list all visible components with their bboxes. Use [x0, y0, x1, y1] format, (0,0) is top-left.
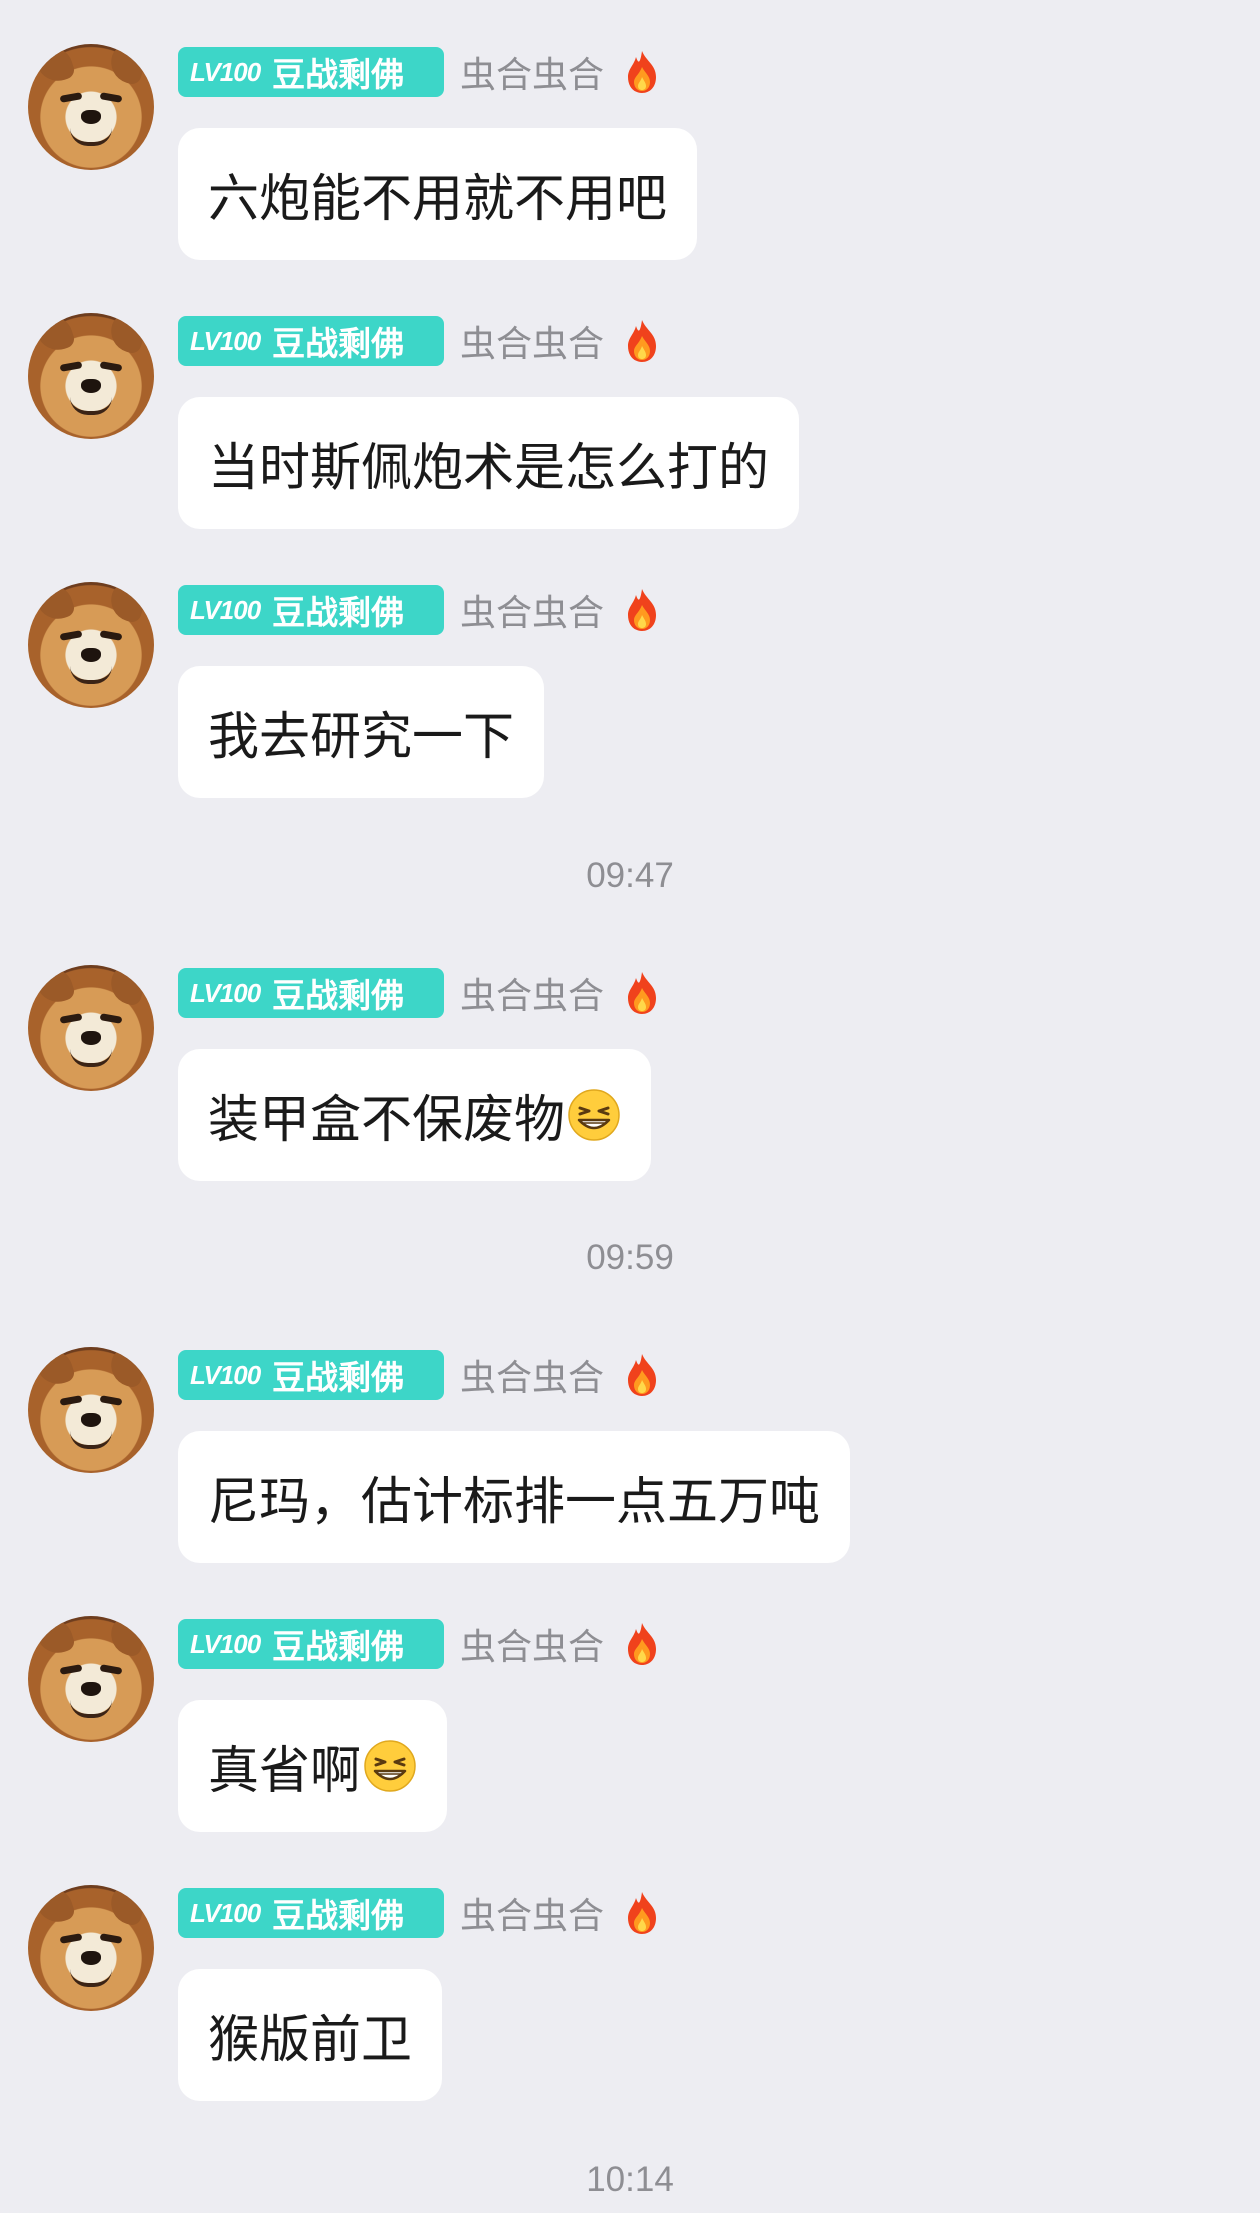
message-bubble[interactable]: 真省啊	[178, 1700, 448, 1832]
chat-message-list[interactable]: LV100 豆战剩佛 虫合虫合 六炮能不用就不用吧 LV100 豆战剩佛 虫合虫…	[0, 0, 1260, 2213]
level-label: LV100	[190, 1628, 261, 1659]
group-title: 豆战剩佛	[272, 324, 405, 363]
chat-message: LV100 豆战剩佛 虫合虫合 我去研究一下	[0, 582, 1260, 806]
sender-meta: LV100 豆战剩佛 虫合虫合	[178, 585, 662, 635]
level-label: LV100	[190, 56, 261, 87]
fire-icon	[628, 972, 657, 1014]
level-badge[interactable]: LV100 豆战剩佛	[178, 1350, 444, 1400]
level-badge[interactable]: LV100 豆战剩佛	[178, 968, 444, 1018]
sender-meta: LV100 豆战剩佛 虫合虫合	[178, 968, 662, 1018]
level-label: LV100	[190, 1359, 261, 1390]
avatar[interactable]	[28, 582, 154, 708]
message-text: 六炮能不用就不用吧	[208, 170, 668, 229]
message-bubble[interactable]: 装甲盒不保废物	[178, 1049, 652, 1181]
message-text: 真省啊	[208, 1742, 362, 1801]
chat-message: LV100 豆战剩佛 虫合虫合 真省啊	[0, 1616, 1260, 1840]
sender-meta: LV100 豆战剩佛 虫合虫合	[178, 1350, 662, 1400]
avatar[interactable]	[28, 1616, 154, 1742]
chat-message: LV100 豆战剩佛 虫合虫合 尼玛，估计标排一点五万吨	[0, 1347, 1260, 1571]
fire-icon	[628, 1892, 657, 1934]
chat-message: LV100 豆战剩佛 虫合虫合 当时斯佩炮术是怎么打的	[0, 313, 1260, 537]
sender-nickname[interactable]: 虫合虫合	[460, 46, 604, 98]
sender-nickname[interactable]: 虫合虫合	[460, 967, 604, 1019]
message-text: 尼玛，估计标排一点五万吨	[208, 1473, 821, 1532]
group-title: 豆战剩佛	[272, 976, 405, 1015]
message-bubble[interactable]: 尼玛，估计标排一点五万吨	[178, 1431, 851, 1563]
avatar[interactable]	[28, 313, 154, 439]
timestamp: 09:59	[586, 1238, 674, 1277]
sender-meta: LV100 豆战剩佛 虫合虫合	[178, 1619, 662, 1669]
level-badge[interactable]: LV100 豆战剩佛	[178, 1619, 444, 1669]
message-text: 猴版前卫	[208, 2011, 413, 2070]
group-title: 豆战剩佛	[272, 1896, 405, 1935]
level-label: LV100	[190, 1897, 261, 1928]
level-badge[interactable]: LV100 豆战剩佛	[178, 1888, 444, 1938]
fire-icon	[628, 589, 657, 631]
message-bubble[interactable]: 我去研究一下	[178, 666, 545, 798]
chat-message: LV100 豆战剩佛 虫合虫合 猴版前卫	[0, 1885, 1260, 2109]
chat-message: LV100 豆战剩佛 虫合虫合 装甲盒不保废物	[0, 965, 1260, 1189]
fire-icon	[628, 320, 657, 362]
sender-nickname[interactable]: 虫合虫合	[460, 1887, 604, 1939]
avatar[interactable]	[28, 1885, 154, 2011]
fire-icon	[628, 1623, 657, 1665]
sender-nickname[interactable]: 虫合虫合	[460, 584, 604, 636]
sender-nickname[interactable]: 虫合虫合	[460, 1349, 604, 1401]
message-text: 当时斯佩炮术是怎么打的	[208, 439, 770, 498]
avatar[interactable]	[28, 965, 154, 1091]
sender-nickname[interactable]: 虫合虫合	[460, 1618, 604, 1670]
level-label: LV100	[190, 977, 261, 1008]
fire-icon	[628, 1354, 657, 1396]
level-label: LV100	[190, 594, 261, 625]
grin-emoji-icon	[568, 1089, 620, 1141]
avatar[interactable]	[28, 44, 154, 170]
group-title: 豆战剩佛	[272, 1358, 405, 1397]
message-text: 我去研究一下	[208, 708, 515, 767]
level-badge[interactable]: LV100 豆战剩佛	[178, 585, 444, 635]
timestamp: 10:14	[586, 2160, 674, 2199]
message-bubble[interactable]: 六炮能不用就不用吧	[178, 128, 698, 260]
avatar[interactable]	[28, 1347, 154, 1473]
chat-message: LV100 豆战剩佛 虫合虫合 六炮能不用就不用吧	[0, 44, 1260, 268]
sender-meta: LV100 豆战剩佛 虫合虫合	[178, 316, 662, 366]
timestamp: 09:47	[586, 856, 674, 895]
grin-emoji-icon	[364, 1740, 416, 1792]
sender-nickname[interactable]: 虫合虫合	[460, 315, 604, 367]
message-text: 装甲盒不保废物	[208, 1091, 566, 1150]
message-bubble[interactable]: 当时斯佩炮术是怎么打的	[178, 397, 800, 529]
level-label: LV100	[190, 325, 261, 356]
level-badge[interactable]: LV100 豆战剩佛	[178, 316, 444, 366]
sender-meta: LV100 豆战剩佛 虫合虫合	[178, 1888, 662, 1938]
group-title: 豆战剩佛	[272, 1627, 405, 1666]
level-badge[interactable]: LV100 豆战剩佛	[178, 47, 444, 97]
message-bubble[interactable]: 猴版前卫	[178, 1969, 443, 2101]
sender-meta: LV100 豆战剩佛 虫合虫合	[178, 47, 662, 97]
fire-icon	[628, 51, 657, 93]
group-title: 豆战剩佛	[272, 593, 405, 632]
group-title: 豆战剩佛	[272, 55, 405, 94]
